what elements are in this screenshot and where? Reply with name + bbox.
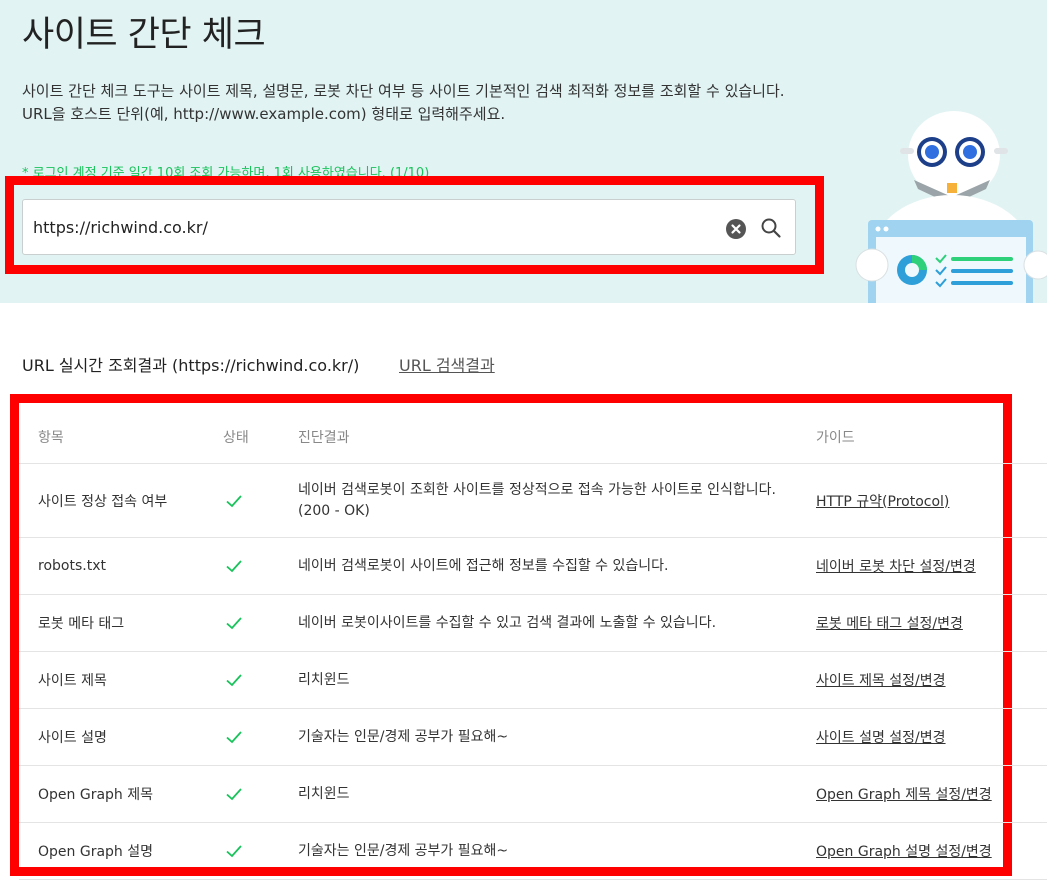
- table-row: 사이트 제목 리치윈드 사이트 제목 설정/변경: [19, 652, 1047, 709]
- check-icon: [224, 595, 244, 651]
- clear-icon[interactable]: [726, 219, 746, 239]
- row-guide-link[interactable]: Open Graph 제목 설정/변경: [816, 766, 992, 822]
- robot-illustration: [855, 111, 1047, 303]
- row-result: 기술자는 인문/경제 공부가 필요해~: [298, 842, 509, 859]
- row-item: Open Graph 제목: [38, 787, 153, 803]
- row-result: 기술자는 인문/경제 공부가 필요해~: [298, 728, 509, 745]
- table-row: Open Graph 제목 리치윈드 Open Graph 제목 설정/변경: [19, 766, 1047, 823]
- check-icon: [224, 766, 244, 822]
- check-icon: [224, 652, 244, 708]
- page-title: 사이트 간단 체크: [22, 15, 266, 55]
- row-item: Open Graph 설명: [38, 844, 153, 860]
- result-heading: URL 실시간 조회결과 (https://richwind.co.kr/): [22, 356, 360, 375]
- row-guide-link[interactable]: 네이버 로봇 차단 설정/변경: [816, 538, 976, 594]
- check-icon: [224, 823, 244, 879]
- column-header-status: 상태: [223, 430, 249, 446]
- table-row: Open Graph 설명 기술자는 인문/경제 공부가 필요해~ Open G…: [19, 823, 1047, 880]
- table-row: 사이트 설명 기술자는 인문/경제 공부가 필요해~ 사이트 설명 설정/변경: [19, 709, 1047, 766]
- row-result: 리치윈드: [298, 671, 350, 688]
- row-guide-link[interactable]: HTTP 규약(Protocol): [816, 464, 949, 537]
- row-item: 사이트 제목: [38, 673, 107, 689]
- url-input[interactable]: [33, 214, 713, 240]
- hero-description-line-2: URL을 호스트 단위(예, http://www.example.com) 형…: [22, 105, 506, 123]
- row-result: 네이버 로봇이사이트를 수집할 수 있고 검색 결과에 노출할 수 있습니다.: [298, 614, 717, 631]
- hero-description: 사이트 간단 체크 도구는 사이트 제목, 설명문, 로봇 차단 여부 등 사이…: [22, 80, 785, 126]
- row-guide-link[interactable]: 사이트 제목 설정/변경: [816, 652, 946, 708]
- table-row: 로봇 메타 태그 네이버 로봇이사이트를 수집할 수 있고 검색 결과에 노출할…: [19, 595, 1047, 652]
- row-result: 네이버 검색로봇이 조회한 사이트를 정상적으로 접속 가능한 사이트로 인식합…: [298, 481, 776, 519]
- column-header-item: 항목: [38, 430, 64, 446]
- row-item: robots.txt: [38, 558, 106, 574]
- row-result: 리치윈드: [298, 785, 350, 802]
- row-guide-link[interactable]: 로봇 메타 태그 설정/변경: [816, 595, 963, 651]
- diagnosis-table: 항목 상태 진단결과 가이드 사이트 정상 접속 여부 네이버 검색로봇이 조회…: [19, 403, 1047, 880]
- row-item: 로봇 메타 태그: [38, 616, 125, 632]
- check-icon: [224, 709, 244, 765]
- column-header-result: 진단결과: [298, 430, 350, 446]
- row-item: 사이트 설명: [38, 730, 107, 746]
- row-item: 사이트 정상 접속 여부: [38, 493, 168, 510]
- column-header-guide: 가이드: [816, 430, 855, 446]
- table-header: 항목 상태 진단결과 가이드: [19, 403, 1047, 464]
- table-row: 사이트 정상 접속 여부 네이버 검색로봇이 조회한 사이트를 정상적으로 접속…: [19, 464, 1047, 538]
- row-result: 네이버 검색로봇이 사이트에 접근해 정보를 수집할 수 있습니다.: [298, 557, 669, 574]
- row-guide-link[interactable]: Open Graph 설명 설정/변경: [816, 823, 992, 879]
- check-icon: [224, 538, 244, 594]
- hero-description-line-1: 사이트 간단 체크 도구는 사이트 제목, 설명문, 로봇 차단 여부 등 사이…: [22, 82, 785, 100]
- url-search-box: [22, 199, 796, 255]
- table-row: robots.txt 네이버 검색로봇이 사이트에 접근해 정보를 수집할 수 …: [19, 538, 1047, 595]
- url-search-result-link[interactable]: URL 검색결과: [399, 352, 495, 376]
- search-icon[interactable]: [759, 216, 783, 240]
- check-icon: [224, 464, 244, 537]
- row-guide-link[interactable]: 사이트 설명 설정/변경: [816, 709, 946, 765]
